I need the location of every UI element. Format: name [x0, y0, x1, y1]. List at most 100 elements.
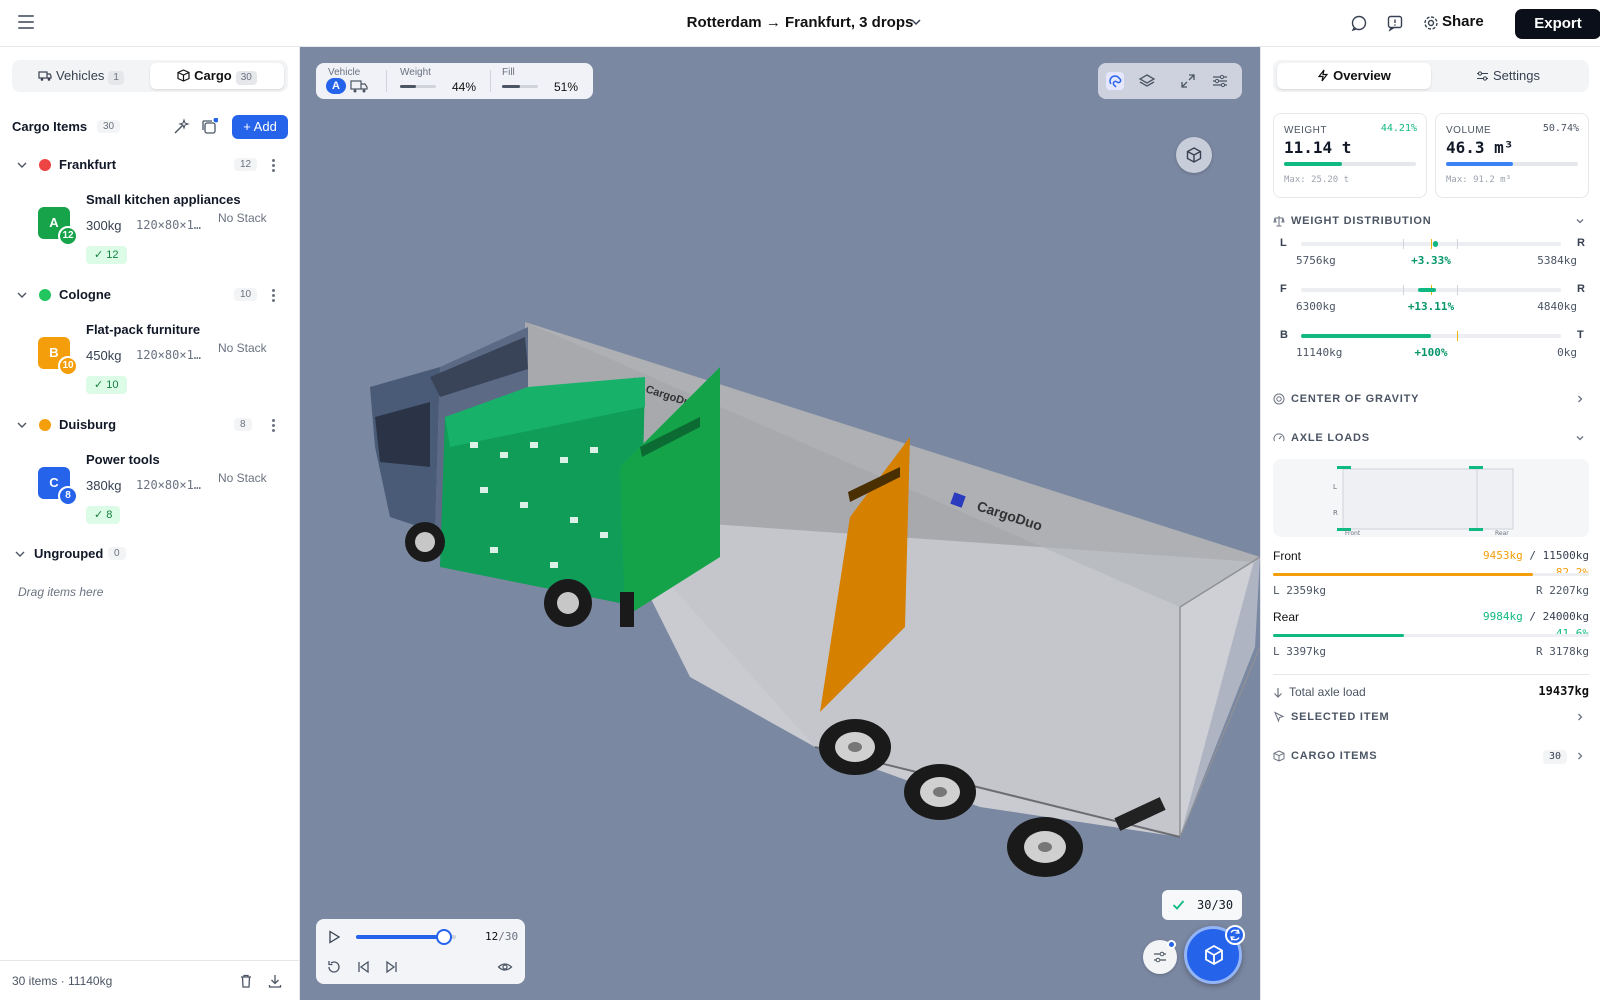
balance-right-letter: R — [1577, 283, 1585, 295]
chevron-right-icon[interactable] — [1575, 751, 1585, 761]
weight-percent: 44% — [452, 80, 477, 94]
chat-bubble-icon[interactable] — [1350, 14, 1368, 32]
cargo-item-card[interactable]: A 12 Small kitchen appliances 300kg 120×8… — [12, 192, 288, 276]
balance-right-value: 4840kg — [1537, 300, 1577, 313]
item-stack-rule: No Stack — [218, 211, 267, 225]
gear-icon[interactable] — [1422, 14, 1440, 32]
refresh-icon[interactable] — [1225, 925, 1245, 945]
item-count-badge: 12 — [58, 226, 78, 246]
item-count-badge: 8 — [58, 486, 78, 506]
route-title-text[interactable]: Rotterdam → Frankfurt, 3 drops — [687, 14, 914, 31]
balance-right-letter: R — [1577, 237, 1585, 249]
cursor-icon — [1274, 711, 1285, 723]
tab-overview[interactable]: Overview — [1277, 63, 1431, 89]
magic-wand-icon[interactable] — [172, 118, 190, 136]
total-axle-value: 19437kg — [1538, 684, 1589, 698]
group-duisburg[interactable]: Duisburg 8 — [12, 413, 288, 437]
weight-card-percent: 44.21% — [1380, 123, 1417, 134]
item-dimensions: 120×80×1… — [136, 478, 202, 492]
3d-viewport[interactable]: CargoDuo CargoDuo Vehicle A Weight 44% F… — [300, 47, 1260, 1000]
selected-item-header[interactable]: SELECTED ITEM — [1273, 709, 1589, 727]
axle-load-limit: / 11500kg — [1529, 549, 1589, 562]
item-loaded-badge: ✓ 8 — [86, 506, 121, 524]
share-button[interactable]: Share — [1442, 13, 1484, 30]
filter-settings-button[interactable] — [1143, 940, 1177, 974]
weight-card: WEIGHT 44.21% 11.14 t Max: 25.20 t — [1273, 113, 1427, 198]
chevron-down-icon[interactable] — [16, 419, 28, 431]
group-cologne[interactable]: Cologne 10 — [12, 283, 288, 307]
playback-slider[interactable] — [356, 929, 456, 945]
kebab-menu-icon[interactable] — [268, 157, 278, 173]
drop-zone-hint[interactable]: Drag items here — [18, 585, 103, 599]
box-icon — [177, 69, 190, 82]
tab-cargo-label: Cargo — [194, 68, 232, 83]
axle-load: 9984kg / 24000kg — [1483, 610, 1589, 623]
step-forward-icon[interactable] — [384, 959, 400, 975]
chevron-down-icon[interactable] — [16, 159, 28, 171]
truck-icon[interactable] — [350, 78, 368, 94]
view-cube-button[interactable] — [1176, 137, 1212, 173]
auto-pack-button[interactable] — [1184, 925, 1245, 984]
download-icon[interactable] — [267, 973, 283, 989]
cargo-item-card[interactable]: B 10 Flat-pack furniture 450kg 120×80×1… … — [12, 322, 288, 406]
chevron-down-icon[interactable] — [16, 289, 28, 301]
tab-vehicles[interactable]: Vehicles 1 — [16, 63, 146, 89]
center-of-gravity-header[interactable]: CENTER OF GRAVITY — [1273, 391, 1589, 409]
tab-overview-label: Overview — [1333, 68, 1391, 83]
item-dimensions: 120×80×1… — [136, 218, 202, 232]
chevron-right-icon[interactable] — [1575, 394, 1585, 404]
play-icon[interactable] — [326, 929, 342, 945]
cargo-item-card[interactable]: C8 Power tools 380kg 120×80×1… No Stack … — [12, 452, 288, 536]
section-title: AXLE LOADS — [1291, 432, 1370, 444]
item-count-badge: 10 — [58, 356, 78, 376]
kebab-menu-icon[interactable] — [268, 287, 278, 303]
balance-track — [1301, 285, 1561, 295]
expand-icon[interactable] — [1179, 72, 1197, 90]
group-frankfurt[interactable]: Frankfurt 12 — [12, 153, 288, 177]
playback-step-total: /30 — [498, 930, 519, 943]
chevron-down-icon[interactable] — [1575, 433, 1585, 443]
placed-count: 30/30 — [1197, 898, 1234, 912]
add-cargo-button[interactable]: + Add — [232, 115, 288, 139]
check-icon — [1172, 900, 1185, 910]
weight-label: Weight — [400, 67, 431, 78]
export-button[interactable]: Export — [1515, 9, 1600, 39]
vehicle-a-selector[interactable]: A — [326, 78, 346, 94]
chevron-down-icon[interactable] — [1575, 216, 1585, 226]
axle-loads-header[interactable]: AXLE LOADS — [1273, 430, 1589, 448]
section-title: CARGO ITEMS — [1291, 750, 1378, 762]
vehicle-status-bar: Vehicle A Weight 44% Fill 51% — [316, 63, 593, 99]
eye-icon[interactable] — [497, 959, 513, 975]
weight-card-max: Max: 25.20 t — [1284, 175, 1350, 185]
chevron-down-icon[interactable] — [14, 548, 26, 560]
feedback-icon[interactable] — [1386, 14, 1404, 32]
target-icon — [1273, 393, 1285, 405]
magnet-icon[interactable] — [1106, 72, 1124, 90]
weight-card-value: 11.14 t — [1284, 138, 1352, 157]
group-ungrouped[interactable]: Ungrouped 0 — [12, 542, 288, 566]
playback-slider-thumb[interactable] — [436, 929, 452, 945]
truck-3d-scene[interactable]: CargoDuo CargoDuo — [300, 47, 1260, 1000]
layers-icon[interactable] — [1138, 72, 1156, 90]
reset-icon[interactable] — [326, 959, 342, 975]
tab-cargo[interactable]: Cargo 30 — [150, 63, 284, 89]
duplicate-icon[interactable] — [200, 118, 218, 136]
right-tab-switcher: Overview Settings — [1273, 60, 1589, 92]
settings-sliders-icon — [1477, 71, 1488, 81]
chevron-down-icon[interactable] — [910, 15, 922, 29]
tab-settings[interactable]: Settings — [1431, 63, 1585, 89]
kebab-menu-icon[interactable] — [268, 417, 278, 433]
item-letter: B — [49, 345, 59, 360]
axle-diagram-right-label: R — [1333, 509, 1338, 517]
weight-distribution-header[interactable]: WEIGHT DISTRIBUTION — [1273, 213, 1589, 231]
chevron-right-icon[interactable] — [1575, 712, 1585, 722]
cargo-summary: 30 items · 11140kg — [12, 974, 113, 988]
cargo-items-section-header[interactable]: CARGO ITEMS 30 — [1273, 748, 1589, 766]
step-back-icon[interactable] — [355, 959, 371, 975]
item-avatar: A 12 — [38, 207, 78, 246]
item-dimensions: 120×80×1… — [136, 348, 202, 362]
divider — [386, 70, 387, 92]
axle-load-progress — [1273, 634, 1589, 637]
sliders-icon[interactable] — [1211, 72, 1229, 90]
trash-icon[interactable] — [238, 973, 254, 989]
